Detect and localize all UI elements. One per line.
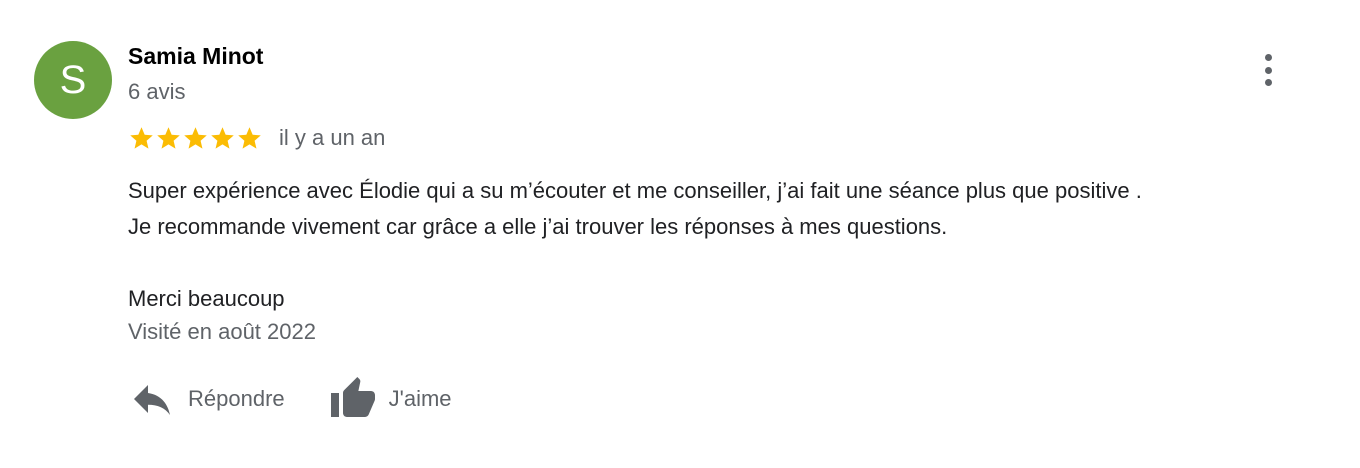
reply-arrow-icon (134, 385, 170, 415)
star-icon (157, 126, 180, 149)
star-icon (238, 126, 261, 149)
visit-date: Visité en août 2022 (128, 319, 316, 344)
more-vert-icon-dot (1264, 79, 1272, 86)
reply-button[interactable]: Répondre (128, 375, 285, 423)
rating-row: il y a un an (128, 122, 385, 154)
star-rating (128, 125, 263, 152)
review-count: 6 avis (128, 79, 186, 104)
reply-label: Répondre (188, 386, 285, 411)
review-text: Super expérience avec Élodie qui a su m’… (128, 178, 1142, 311)
like-label: J'aime (388, 386, 452, 411)
star-icon (184, 126, 207, 149)
thumbs-up-icon (330, 377, 375, 417)
more-vert-icon (1264, 54, 1272, 61)
star-icon (130, 126, 153, 149)
reviewer-name[interactable]: Samia Minot (128, 42, 263, 70)
avatar[interactable]: S (34, 41, 112, 119)
more-vert-icon-dot (1264, 66, 1272, 74)
review-actions: Répondre J'aime (128, 374, 452, 424)
review-time: il y a un an (279, 125, 386, 150)
more-options-button[interactable] (1252, 50, 1284, 90)
avatar-initial: S (59, 57, 87, 102)
like-button[interactable]: J'aime (329, 375, 452, 423)
star-icon (211, 126, 234, 149)
